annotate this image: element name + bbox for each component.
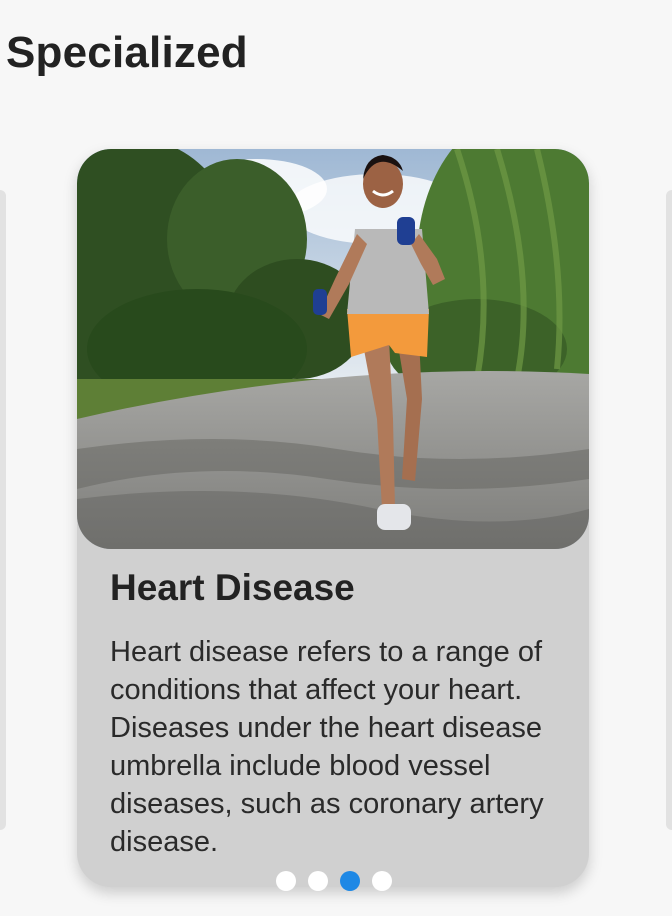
previous-card-edge[interactable] (0, 190, 6, 830)
disease-card[interactable]: Heart Disease Heart disease refers to a … (77, 149, 589, 887)
pagination-dot-3[interactable] (340, 871, 360, 891)
carousel-pagination (276, 871, 392, 891)
jogging-woman-photo (77, 149, 589, 549)
next-card-edge[interactable] (666, 190, 672, 830)
pagination-dot-2[interactable] (308, 871, 328, 891)
pagination-dot-1[interactable] (276, 871, 296, 891)
card-image (77, 149, 589, 549)
section-title: Specialized (6, 28, 248, 77)
card-description: Heart disease refers to a range of condi… (110, 636, 544, 858)
pagination-dot-4[interactable] (372, 871, 392, 891)
card-title: Heart Disease (110, 567, 355, 608)
